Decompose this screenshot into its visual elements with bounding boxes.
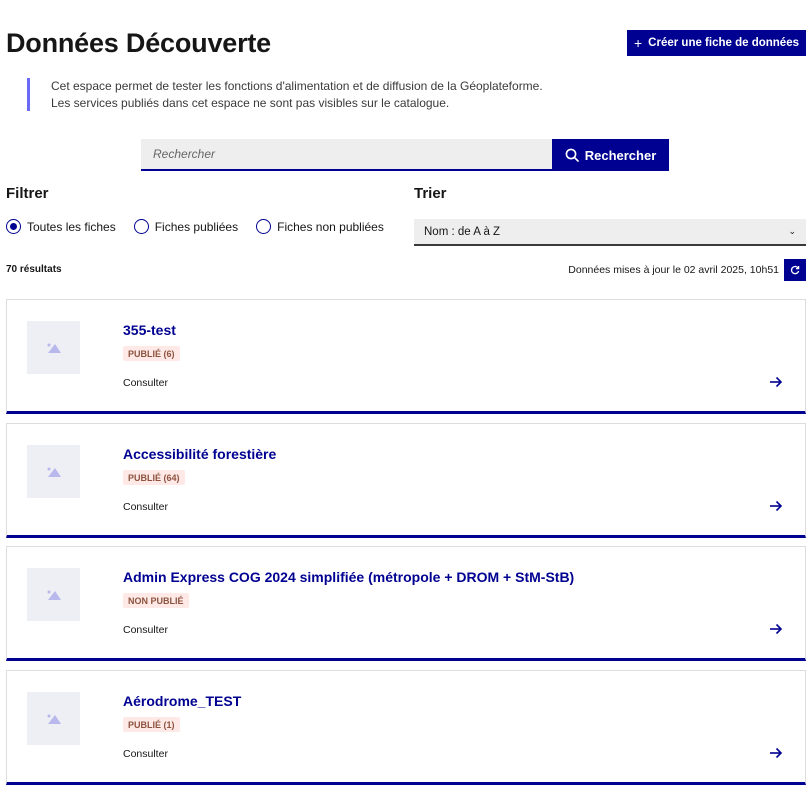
callout-line-2: Les services publiés dans cet espace ne … <box>51 95 450 110</box>
callout-line-1: Cet espace permet de tester les fonction… <box>51 79 543 93</box>
arrow-right-icon <box>770 623 783 635</box>
data-sheet-card[interactable]: 355-test PUBLIÉ (6) Consulter <box>6 299 806 414</box>
filter-radio-all-label: Toutes les fiches <box>27 219 116 234</box>
arrow-right-icon <box>770 747 783 759</box>
create-data-sheet-label: Créer une fiche de données <box>648 37 799 49</box>
status-badge: PUBLIÉ (64) <box>123 470 185 485</box>
data-sheet-card[interactable]: Aérodrome_TEST PUBLIÉ (1) Consulter <box>6 670 806 785</box>
card-consult-label: Consulter <box>123 624 168 636</box>
refresh-icon <box>790 265 800 275</box>
filter-radio-unpublished[interactable]: Fiches non publiées <box>256 219 384 234</box>
card-title[interactable]: 355-test <box>123 322 176 338</box>
sort-select[interactable]: Nom : de A à Z ⌄ <box>414 219 806 246</box>
radio-checked-icon <box>6 219 21 234</box>
card-thumbnail <box>27 445 80 498</box>
data-sheet-card[interactable]: Accessibilité forestière PUBLIÉ (64) Con… <box>6 423 806 538</box>
image-placeholder-icon <box>47 714 61 724</box>
image-placeholder-icon <box>47 590 61 600</box>
filter-radio-published[interactable]: Fiches publiées <box>133 219 239 234</box>
card-consult-label: Consulter <box>123 501 168 513</box>
search-bar: Rechercher <box>141 139 669 171</box>
chevron-down-icon: ⌄ <box>788 226 796 236</box>
search-button[interactable]: Rechercher <box>552 139 669 171</box>
results-count: 70 résultats <box>6 264 62 275</box>
status-badge: PUBLIÉ (1) <box>123 717 180 732</box>
card-consult-label: Consulter <box>123 377 168 389</box>
card-thumbnail <box>27 692 80 745</box>
card-title[interactable]: Accessibilité forestière <box>123 446 276 462</box>
filter-radio-published-label: Fiches publiées <box>154 219 239 234</box>
card-thumbnail <box>27 321 80 374</box>
image-placeholder-icon <box>47 467 61 477</box>
search-input[interactable] <box>141 139 552 171</box>
page-title: Données Découverte <box>6 28 271 58</box>
status-badge: PUBLIÉ (6) <box>123 346 180 361</box>
filter-radio-group: Toutes les fiches Fiches publiées Fiches… <box>6 219 384 234</box>
info-callout: Cet espace permet de tester les fonction… <box>27 78 587 111</box>
image-placeholder-icon <box>47 343 61 353</box>
sort-heading: Trier <box>414 185 447 202</box>
radio-unchecked-icon <box>256 219 272 234</box>
search-icon <box>565 148 579 162</box>
plus-icon: + <box>633 35 643 51</box>
data-sheet-card[interactable]: Admin Express COG 2024 simplifiée (métro… <box>6 546 806 661</box>
filter-radio-unpublished-label: Fiches non publiées <box>277 219 384 234</box>
radio-unchecked-icon <box>133 219 149 234</box>
refresh-button[interactable] <box>784 259 806 281</box>
search-button-label: Rechercher <box>584 147 657 163</box>
card-thumbnail <box>27 568 80 621</box>
arrow-right-icon <box>770 500 783 512</box>
filter-heading: Filtrer <box>6 185 49 202</box>
sort-select-value: Nom : de A à Z <box>424 225 501 238</box>
create-data-sheet-button[interactable]: + Créer une fiche de données <box>627 30 806 56</box>
card-title[interactable]: Aérodrome_TEST <box>123 693 241 709</box>
status-badge: NON PUBLIÉ <box>123 593 189 608</box>
filter-radio-all[interactable]: Toutes les fiches <box>6 219 116 234</box>
card-title[interactable]: Admin Express COG 2024 simplifiée (métro… <box>123 569 574 585</box>
page-header: Données Découverte + Créer une fiche de … <box>6 28 806 68</box>
arrow-right-icon <box>770 376 783 388</box>
last-updated-text: Données mises à jour le 02 avril 2025, 1… <box>568 264 779 276</box>
card-consult-label: Consulter <box>123 748 168 760</box>
